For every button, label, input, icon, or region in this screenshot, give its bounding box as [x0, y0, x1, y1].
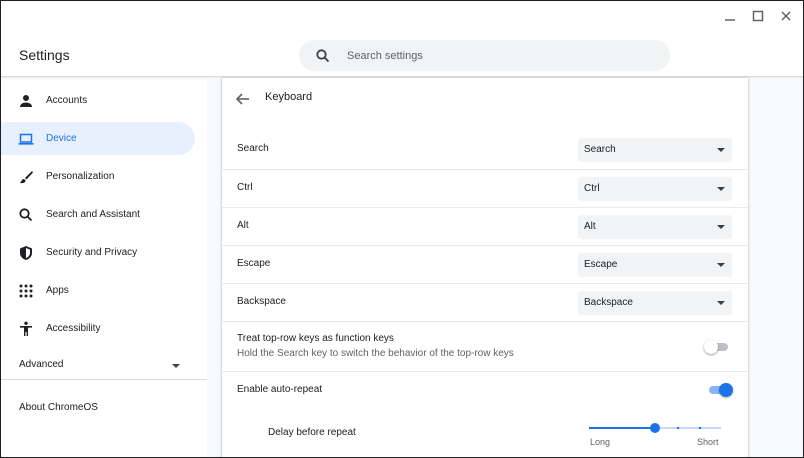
search-icon: [316, 49, 330, 63]
settings-window: Settings Accounts: [0, 0, 804, 458]
key-mapping-row: Backspace Backspace: [222, 283, 748, 321]
key-mapping-select[interactable]: Backspace: [578, 291, 732, 315]
sidebar-item-accessibility[interactable]: Accessibility: [1, 312, 195, 345]
toggle-knob: [719, 383, 733, 397]
dropdown-arrow-icon: [717, 225, 725, 229]
delay-before-repeat-slider[interactable]: [589, 422, 721, 434]
key-mapping-select[interactable]: Alt: [578, 215, 732, 239]
shield-icon: [20, 245, 32, 260]
apps-grid-icon: [19, 284, 33, 297]
key-mapping-label: Ctrl: [237, 182, 253, 193]
brush-icon: [20, 170, 33, 183]
top-row-keys-label: Treat top-row keys as function keys: [237, 333, 394, 344]
sidebar-advanced[interactable]: Advanced: [19, 359, 63, 370]
sidebar-item-search-and-assistant[interactable]: Search and Assistant: [1, 198, 195, 231]
key-mapping-select[interactable]: Search: [578, 138, 732, 162]
search-box[interactable]: [299, 40, 670, 71]
slider-tick: [677, 427, 679, 429]
window-controls: [719, 7, 797, 25]
top-row-keys-row: Treat top-row keys as function keys Hold…: [222, 321, 748, 371]
maximize-icon: [752, 10, 764, 22]
sidebar: Accounts Device Personalization Search a…: [1, 78, 207, 457]
dropdown-arrow-icon: [717, 263, 725, 267]
key-mapping-label: Search: [237, 143, 269, 154]
slider-thumb[interactable]: [650, 423, 660, 433]
app-title: Settings: [19, 47, 70, 63]
select-value: Alt: [584, 221, 596, 232]
dropdown-arrow-icon: [717, 148, 725, 152]
dropdown-arrow-icon: [717, 187, 725, 191]
slider-fill: [589, 427, 655, 429]
delay-before-repeat-label: Delay before repeat: [268, 427, 356, 438]
select-value: Backspace: [584, 297, 633, 308]
select-value: Ctrl: [584, 183, 600, 194]
sidebar-item-label: Accounts: [46, 95, 88, 106]
select-value: Search: [584, 144, 616, 155]
key-mapping-label: Backspace: [237, 296, 286, 307]
keyboard-settings-card: Keyboard Search Search Ctrl Ctrl Alt Alt…: [222, 78, 748, 457]
person-icon: [20, 94, 32, 107]
key-mapping-row: Search Search: [222, 131, 748, 169]
laptop-icon: [18, 133, 34, 145]
slider-min-label: Long: [590, 437, 611, 447]
sidebar-item-label: Search and Assistant: [46, 209, 140, 220]
search-input[interactable]: [347, 40, 647, 71]
sidebar-divider: [1, 379, 207, 380]
back-arrow-icon[interactable]: [234, 90, 252, 108]
accessibility-icon: [20, 321, 32, 336]
sidebar-about-chromeos[interactable]: About ChromeOS: [19, 402, 98, 413]
dropdown-arrow-icon: [717, 301, 725, 305]
sidebar-item-accounts[interactable]: Accounts: [1, 84, 195, 117]
sidebar-item-label: Personalization: [46, 171, 115, 182]
slider-tick: [611, 427, 613, 429]
sidebar-item-security-and-privacy[interactable]: Security and Privacy: [1, 236, 195, 269]
search-icon: [19, 207, 33, 221]
sidebar-item-label: Apps: [46, 285, 69, 296]
header-bar: Settings: [1, 1, 803, 77]
key-mapping-label: Escape: [237, 258, 271, 269]
toggle-knob: [704, 340, 718, 354]
slider-max-label: Short: [697, 437, 719, 447]
key-mapping-select[interactable]: Ctrl: [578, 177, 732, 201]
top-row-keys-toggle[interactable]: [704, 340, 730, 354]
slider-tick: [699, 427, 701, 429]
key-mapping-row: Ctrl Ctrl: [222, 169, 748, 207]
select-value: Escape: [584, 259, 618, 270]
close-button[interactable]: [775, 7, 797, 25]
auto-repeat-toggle[interactable]: [707, 383, 733, 397]
top-row-keys-sublabel: Hold the Search key to switch the behavi…: [237, 348, 514, 359]
minimize-icon: [725, 19, 735, 21]
close-icon: [781, 11, 791, 21]
page-title: Keyboard: [265, 91, 313, 103]
minimize-button[interactable]: [719, 7, 741, 25]
chevron-down-icon[interactable]: [172, 364, 180, 368]
key-mapping-label: Alt: [237, 220, 249, 231]
maximize-button[interactable]: [747, 7, 769, 25]
auto-repeat-row: Enable auto-repeat: [222, 371, 748, 409]
sidebar-item-personalization[interactable]: Personalization: [1, 160, 195, 193]
sidebar-item-label: Accessibility: [46, 323, 101, 334]
slider-tick: [633, 427, 635, 429]
sidebar-item-apps[interactable]: Apps: [1, 274, 195, 307]
key-mapping-row: Escape Escape: [222, 245, 748, 283]
key-mapping-row: Alt Alt: [222, 207, 748, 245]
sidebar-item-label: Security and Privacy: [46, 247, 138, 258]
auto-repeat-label: Enable auto-repeat: [237, 384, 323, 395]
sidebar-item-device[interactable]: Device: [1, 122, 195, 155]
sidebar-item-label: Device: [46, 133, 77, 144]
key-mapping-select[interactable]: Escape: [578, 253, 732, 277]
